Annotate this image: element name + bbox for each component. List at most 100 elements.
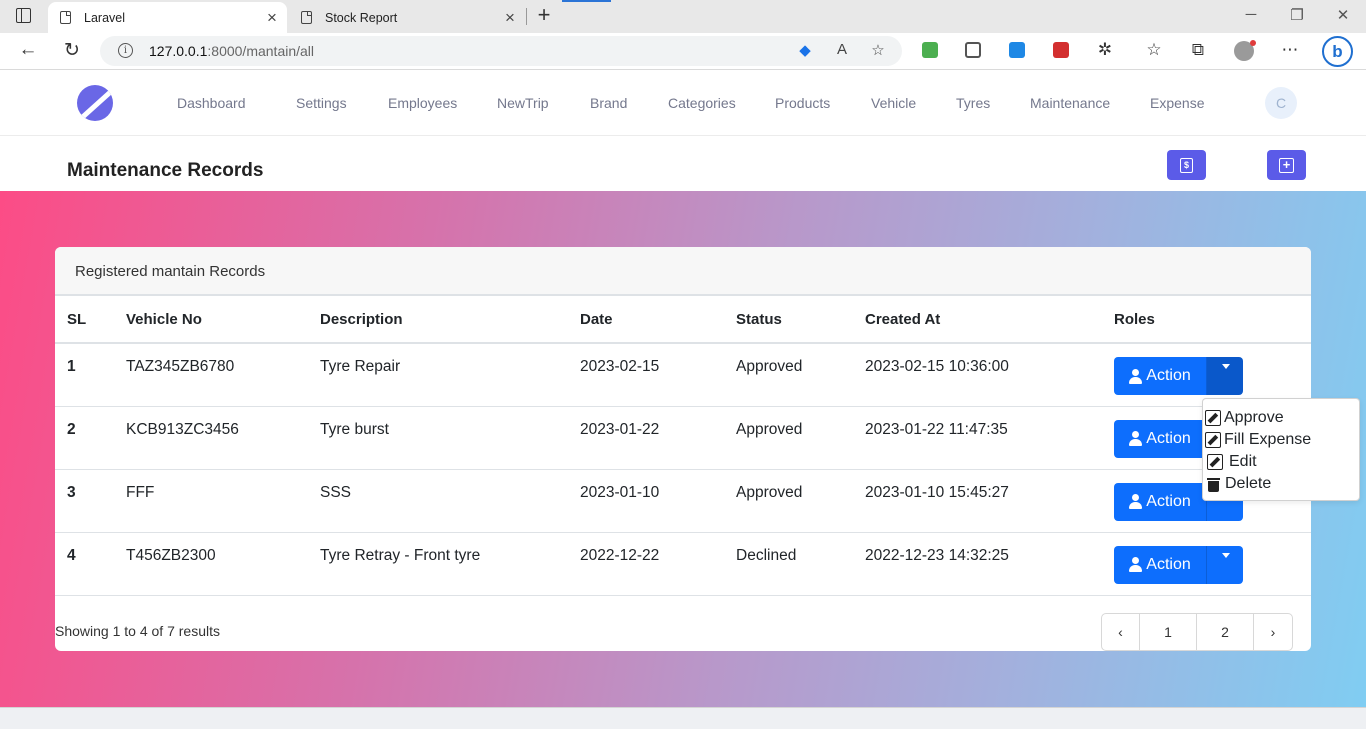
tab-stock-report[interactable]: Stock Report × xyxy=(289,2,525,33)
back-icon[interactable]: ← xyxy=(17,39,39,61)
add-record-button[interactable]: + xyxy=(1267,150,1306,180)
extension-red-icon[interactable] xyxy=(1053,42,1069,58)
column-header-date: Date xyxy=(580,296,736,344)
nav-expense[interactable]: Expense xyxy=(1150,95,1204,111)
cell-vehicle-no: T456ZB2300 xyxy=(126,532,320,596)
cell-created-at: 2023-02-15 10:36:00 xyxy=(865,343,1114,407)
nav-newtrip[interactable]: NewTrip xyxy=(497,95,549,111)
cell-vehicle-no: KCB913ZC3456 xyxy=(126,406,320,470)
page-1-button[interactable]: 1 xyxy=(1140,614,1197,650)
add-favorite-icon[interactable]: ☆ xyxy=(868,41,888,59)
menu-item-edit[interactable]: Edit xyxy=(1203,451,1359,473)
user-icon xyxy=(1129,431,1143,446)
restore-icon[interactable]: ❐ xyxy=(1287,6,1307,24)
page-2-button[interactable]: 2 xyxy=(1197,614,1254,650)
extension-download-icon[interactable] xyxy=(922,42,938,58)
cell-description: Tyre burst xyxy=(320,406,580,470)
page-icon xyxy=(60,11,71,24)
tab-title: Laravel xyxy=(84,10,125,25)
action-dropdown-toggle[interactable] xyxy=(1206,357,1243,395)
table-row: 3 FFF SSS 2023-01-10 Approved 2023-01-10… xyxy=(55,469,1311,533)
browser-toolbar: ← ↻ i 127.0.0.1:8000/mantain/all ◆ A ☆ ✲… xyxy=(0,33,1366,70)
action-button-group: Action xyxy=(1114,357,1243,395)
nav-maintenance[interactable]: Maintenance xyxy=(1030,95,1110,111)
cell-sl: 2 xyxy=(55,406,126,470)
table-row: 4 T456ZB2300 Tyre Retray - Front tyre 20… xyxy=(55,532,1311,596)
cell-date: 2023-02-15 xyxy=(580,343,736,407)
more-icon[interactable]: ⋯ xyxy=(1279,40,1301,60)
read-aloud-icon[interactable]: A xyxy=(832,41,852,58)
tab-title: Stock Report xyxy=(325,10,398,25)
profile-avatar[interactable] xyxy=(1234,40,1256,61)
site-info-icon[interactable]: i xyxy=(118,43,133,58)
nav-dashboard[interactable]: Dashboard xyxy=(177,95,246,111)
extensions-icon[interactable]: ✲ xyxy=(1094,40,1116,60)
nav-brand[interactable]: Brand xyxy=(590,95,627,111)
refresh-icon[interactable]: ↻ xyxy=(61,39,83,62)
plus-square-icon: + xyxy=(1279,157,1294,173)
action-button[interactable]: Action xyxy=(1114,357,1206,395)
collections-icon[interactable]: ⧉ xyxy=(1187,40,1209,60)
close-window-icon[interactable]: ✕ xyxy=(1333,6,1353,24)
user-icon xyxy=(1129,557,1143,572)
nav-settings[interactable]: Settings xyxy=(296,95,347,111)
favorites-icon[interactable]: ☆ xyxy=(1143,40,1165,60)
cell-created-at: 2023-01-22 11:47:35 xyxy=(865,406,1114,470)
column-header-roles: Roles xyxy=(1114,296,1311,344)
next-page-button[interactable]: › xyxy=(1254,614,1292,650)
tab-accent xyxy=(562,0,611,2)
close-tab-icon[interactable]: × xyxy=(261,8,283,28)
app-logo[interactable] xyxy=(77,85,113,121)
user-icon xyxy=(1129,494,1143,509)
action-button[interactable]: Action xyxy=(1114,482,1206,521)
tab-laravel[interactable]: Laravel × xyxy=(48,2,287,33)
column-header-vehicle-no: Vehicle No xyxy=(126,296,320,344)
user-avatar[interactable]: C xyxy=(1265,87,1297,119)
cell-date: 2023-01-10 xyxy=(580,469,736,533)
pagination: ‹ 1 2 › xyxy=(1101,613,1293,651)
cell-sl: 3 xyxy=(55,469,126,533)
close-tab-icon[interactable]: × xyxy=(499,8,521,28)
table-row: 2 KCB913ZC3456 Tyre burst 2023-01-22 App… xyxy=(55,406,1311,470)
edit-icon xyxy=(1205,432,1221,448)
nav-employees[interactable]: Employees xyxy=(388,95,457,111)
nav-categories[interactable]: Categories xyxy=(668,95,736,111)
menu-item-delete[interactable]: Delete xyxy=(1203,473,1359,495)
menu-item-fill-expense[interactable]: Fill Expense xyxy=(1203,429,1359,451)
cell-sl: 4 xyxy=(55,532,126,596)
cell-created-at: 2022-12-23 14:32:25 xyxy=(865,532,1114,596)
action-button[interactable]: Action xyxy=(1114,419,1206,458)
results-summary: Showing 1 to 4 of 7 results xyxy=(55,623,220,639)
new-tab-icon[interactable]: + xyxy=(533,3,555,29)
cell-roles: Action xyxy=(1114,532,1311,596)
bing-icon[interactable]: b xyxy=(1322,36,1353,67)
edit-icon xyxy=(1207,454,1223,470)
cell-roles: Action xyxy=(1114,343,1311,407)
shopping-tag-icon[interactable]: ◆ xyxy=(795,41,815,59)
page-icon xyxy=(301,11,312,24)
column-header-description: Description xyxy=(320,296,580,344)
page-bottom-strip xyxy=(0,707,1366,729)
cell-date: 2023-01-22 xyxy=(580,406,736,470)
menu-item-approve[interactable]: Approve xyxy=(1203,407,1359,429)
cell-created-at: 2023-01-10 15:45:27 xyxy=(865,469,1114,533)
nav-products[interactable]: Products xyxy=(775,95,830,111)
address-bar[interactable]: i 127.0.0.1:8000/mantain/all ◆ A ☆ xyxy=(100,36,902,66)
table-row: 1 TAZ345ZB6780 Tyre Repair 2023-02-15 Ap… xyxy=(55,343,1311,407)
tab-actions-icon[interactable] xyxy=(16,8,31,23)
app-navbar: Dashboard Settings Employees NewTrip Bra… xyxy=(0,70,1366,136)
action-button[interactable]: Action xyxy=(1114,545,1206,584)
nav-vehicle[interactable]: Vehicle xyxy=(871,95,916,111)
records-card: Registered mantain Records SL Vehicle No… xyxy=(55,247,1311,651)
action-dropdown-menu: Approve Fill Expense Edit Delete xyxy=(1202,398,1360,501)
expense-report-button[interactable]: $ xyxy=(1167,150,1206,180)
cell-sl: 1 xyxy=(55,343,126,407)
action-dropdown-toggle[interactable] xyxy=(1206,545,1243,584)
prev-page-button[interactable]: ‹ xyxy=(1102,614,1140,650)
minimize-icon[interactable]: ─ xyxy=(1241,6,1261,23)
extension-blue-icon[interactable] xyxy=(1009,42,1025,58)
invoice-icon: $ xyxy=(1180,157,1193,173)
table-header-row: SL Vehicle No Description Date Status Cr… xyxy=(55,296,1311,344)
nav-tyres[interactable]: Tyres xyxy=(956,95,990,111)
extension-bitwarden-icon[interactable] xyxy=(965,42,981,58)
